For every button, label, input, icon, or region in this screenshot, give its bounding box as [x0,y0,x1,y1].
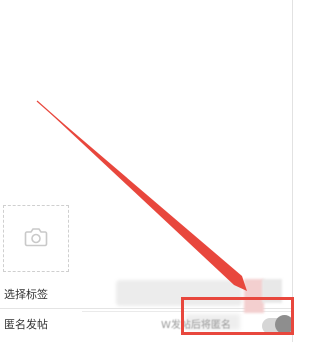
highlight-box [181,297,294,335]
arrow-icon [36,100,247,291]
